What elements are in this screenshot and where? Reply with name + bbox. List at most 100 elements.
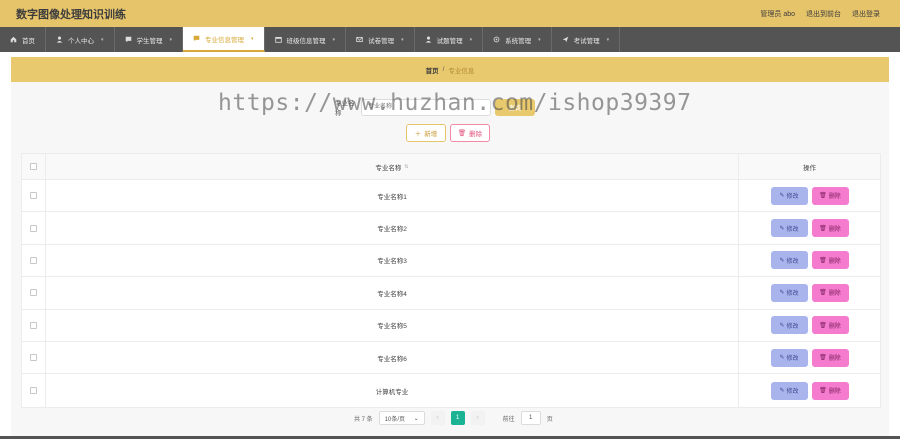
edit-button[interactable]: ✎ 修改	[770, 251, 808, 270]
trash-icon: 🗑	[819, 193, 827, 200]
delete-button[interactable]: 🗑 删除	[811, 316, 849, 335]
chevron-down-icon: ▾	[606, 36, 610, 43]
edit-button[interactable]: ✎ 修改	[770, 381, 808, 400]
table-row: 专业名称3 ✎ 修改 🗑 删除	[22, 244, 880, 278]
chevron-down-icon: ⌄	[413, 415, 419, 422]
edit-button[interactable]: ✎ 修改	[770, 186, 808, 205]
search-button[interactable]: 查询	[495, 98, 535, 116]
major-name-cell: 专业名称1	[46, 180, 739, 212]
search-form: 专业名称 查询	[335, 97, 535, 117]
gear-icon	[493, 36, 500, 43]
delete-button[interactable]: 🗑 删除	[811, 381, 849, 400]
trash-icon: 🗑	[819, 355, 827, 362]
column-header-actions: 操作	[803, 164, 816, 172]
row-checkbox[interactable]	[30, 192, 37, 200]
trash-icon: 🗑	[819, 290, 827, 297]
batch-delete-button[interactable]: 🗑 删除	[450, 124, 490, 142]
breadcrumb-home[interactable]: 首页	[426, 65, 439, 75]
main-nav: 首页 个人中心 ▾ 学生管理 ▾ 专业信息管理 ▾ 班级信息管理 ▾ 试卷管理 …	[0, 27, 900, 52]
nav-item-system[interactable]: 系统管理 ▾	[483, 27, 552, 52]
chevron-right-icon: ›	[476, 415, 479, 421]
mail-icon	[356, 36, 363, 43]
nav-item-students[interactable]: 学生管理 ▾	[115, 27, 184, 52]
nav-label: 试卷管理	[368, 37, 395, 45]
goto-page-input[interactable]: 1	[520, 411, 541, 425]
nav-item-major[interactable]: 专业信息管理 ▾	[183, 27, 265, 52]
row-checkbox[interactable]	[30, 354, 37, 362]
table-row: 专业名称6 ✎ 修改 🗑 删除	[22, 341, 880, 375]
table-row: 专业名称2 ✎ 修改 🗑 删除	[22, 212, 880, 245]
table-row: 专业名称1 ✎ 修改 🗑 删除	[22, 180, 880, 213]
column-header-name[interactable]: 专业名称 ⇅	[46, 154, 739, 179]
edit-button[interactable]: ✎ 修改	[770, 316, 808, 335]
nav-item-home[interactable]: 首页	[0, 27, 46, 52]
edit-button[interactable]: ✎ 修改	[770, 283, 808, 302]
page-size-select[interactable]: 10条/页 ⌄	[378, 411, 425, 425]
chevron-down-icon: ▾	[401, 36, 404, 43]
nav-item-papers[interactable]: 试卷管理 ▾	[346, 27, 415, 52]
logout-link[interactable]: 退出登录	[852, 9, 880, 19]
row-checkbox[interactable]	[30, 387, 37, 395]
trash-icon: 🗑	[819, 388, 827, 395]
delete-button[interactable]: 🗑 删除	[811, 219, 849, 238]
table-row: 专业名称5 ✎ 修改 🗑 删除	[22, 309, 880, 342]
delete-button[interactable]: 🗑 删除	[811, 186, 849, 205]
major-name-cell: 专业名称5	[46, 309, 739, 341]
breadcrumb: 首页 / 专业信息	[11, 57, 889, 82]
major-name-cell: 专业名称3	[46, 244, 739, 277]
row-checkbox[interactable]	[30, 289, 37, 297]
trash-icon: 🗑	[819, 322, 827, 329]
chevron-down-icon: ▾	[101, 36, 104, 43]
calendar-icon	[274, 36, 282, 43]
nav-item-exam[interactable]: 考试管理 ▾	[552, 27, 621, 52]
major-name-cell: 专业名称6	[46, 341, 739, 374]
next-page-button[interactable]: ›	[470, 411, 485, 425]
nav-label: 试题管理	[436, 37, 463, 45]
chevron-left-icon: ‹	[436, 415, 439, 421]
search-label: 专业名称	[335, 100, 355, 117]
plus-icon: ＋	[414, 131, 422, 138]
edit-icon: ✎	[779, 355, 785, 362]
major-name-cell: 专业名称2	[46, 212, 739, 244]
top-header: 数字图像处理知识训练 管理员 abo 退出到前台 退出登录	[0, 0, 900, 27]
header-links: 管理员 abo 退出到前台 退出登录	[760, 9, 880, 19]
nav-label: 班级信息管理	[286, 37, 326, 45]
edit-icon: ✎	[779, 388, 785, 395]
delete-button[interactable]: 🗑 删除	[811, 251, 849, 270]
nav-item-class[interactable]: 班级信息管理 ▾	[265, 27, 347, 52]
nav-label: 考试管理	[573, 37, 600, 45]
row-checkbox[interactable]	[30, 321, 37, 329]
user-icon	[425, 36, 431, 43]
total-count: 共 7 条	[354, 416, 373, 423]
row-checkbox[interactable]	[30, 224, 37, 232]
trash-icon: 🗑	[819, 257, 827, 264]
nav-label: 个人中心	[68, 37, 94, 45]
back-to-frontend-link[interactable]: 退出到前台	[806, 9, 841, 19]
trash-icon: 🗑	[457, 130, 467, 137]
page-number-current[interactable]: 1	[450, 411, 465, 425]
add-button-label: 新增	[424, 131, 438, 138]
prev-page-button[interactable]: ‹	[430, 411, 445, 425]
search-input[interactable]	[361, 98, 491, 116]
trash-icon: 🗑	[819, 225, 827, 232]
edit-icon: ✎	[779, 322, 785, 329]
edit-button[interactable]: ✎ 修改	[770, 219, 808, 238]
table-header: 专业名称 ⇅ 操作	[22, 154, 880, 180]
nav-label: 学生管理	[136, 37, 163, 45]
nav-item-questions[interactable]: 试题管理 ▾	[415, 27, 484, 52]
sort-icon[interactable]: ⇅	[404, 164, 408, 170]
row-checkbox[interactable]	[30, 256, 37, 264]
batch-delete-label: 删除	[469, 131, 483, 138]
nav-label: 系统管理	[505, 37, 532, 45]
admin-label: 管理员 abo	[760, 11, 795, 18]
nav-item-personal[interactable]: 个人中心 ▾	[46, 27, 115, 52]
delete-button[interactable]: 🗑 删除	[811, 348, 849, 367]
add-button[interactable]: ＋ 新增	[406, 124, 446, 142]
select-all-checkbox[interactable]	[30, 163, 37, 170]
edit-icon: ✎	[779, 257, 785, 264]
user-icon	[56, 36, 63, 43]
breadcrumb-separator: /	[442, 66, 445, 73]
edit-button[interactable]: ✎ 修改	[770, 348, 808, 367]
delete-button[interactable]: 🗑 删除	[811, 283, 849, 302]
breadcrumb-current: 专业信息	[448, 67, 475, 75]
